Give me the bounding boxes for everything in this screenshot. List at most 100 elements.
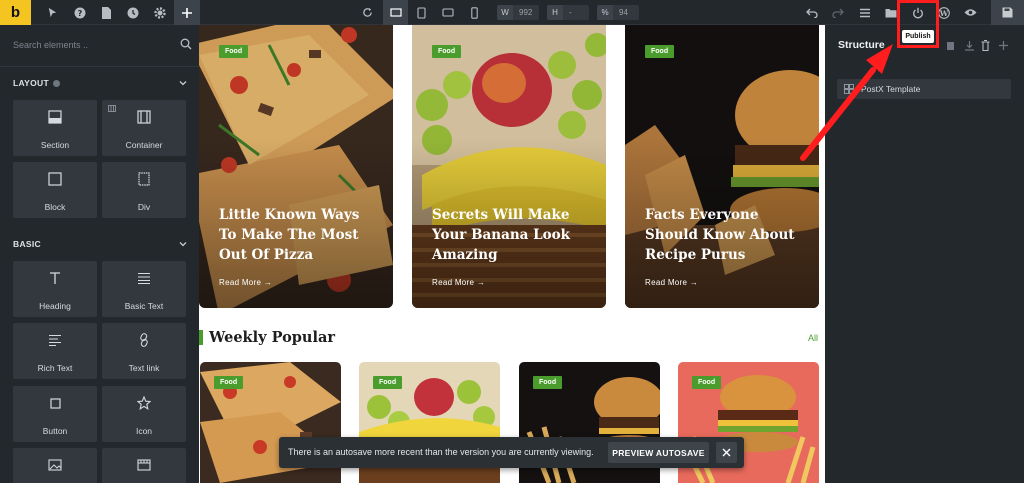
- container-icon: [102, 108, 186, 126]
- element-section[interactable]: Section: [13, 100, 97, 156]
- heading-accent-bar: [199, 330, 203, 345]
- zoom-label: %: [597, 5, 613, 20]
- element-image[interactable]: [13, 448, 97, 483]
- element-label: Heading: [39, 301, 71, 311]
- element-label: Icon: [135, 426, 153, 436]
- category-badge[interactable]: Food: [214, 376, 244, 389]
- category-badge[interactable]: Food: [432, 45, 462, 58]
- annotation-highlight-box: [897, 0, 939, 48]
- structure-tree-item[interactable]: PostX Template: [837, 79, 1011, 99]
- image-overlay: [625, 25, 819, 308]
- read-more-link[interactable]: Read More →: [219, 278, 272, 287]
- width-field[interactable]: W 992: [497, 5, 539, 20]
- preview-eye-icon[interactable]: [958, 0, 983, 25]
- featured-post-card[interactable]: Food Secrets Will Make Your Banana Look …: [412, 25, 606, 308]
- info-icon: [52, 80, 60, 88]
- page-icon[interactable]: [93, 0, 118, 25]
- close-notice-button[interactable]: [716, 442, 737, 463]
- featured-post-card[interactable]: Food Facts Everyone Should Know About Re…: [625, 25, 819, 308]
- zoom-field[interactable]: % 94: [597, 5, 639, 20]
- redo-icon[interactable]: [825, 0, 850, 25]
- chevron-down-icon[interactable]: [178, 239, 188, 249]
- tree-item-label: PostX Template: [861, 84, 921, 94]
- svg-text:?: ?: [77, 9, 82, 18]
- star-icon: [102, 394, 186, 412]
- element-label: Block: [44, 202, 66, 212]
- chevron-down-icon[interactable]: [178, 78, 188, 88]
- expand-icon[interactable]: [998, 40, 1009, 51]
- tablet-landscape-icon[interactable]: [435, 0, 460, 25]
- arrow-right-icon: →: [689, 278, 699, 287]
- template-grid-icon: [844, 84, 854, 94]
- basic-category[interactable]: BASIC: [13, 239, 41, 249]
- copy-icon[interactable]: [946, 40, 956, 51]
- element-basic-text[interactable]: Basic Text: [102, 261, 186, 317]
- element-icon[interactable]: Icon: [102, 386, 186, 442]
- element-heading[interactable]: Heading: [13, 261, 97, 317]
- video-icon: [102, 456, 186, 474]
- element-container[interactable]: Container: [102, 100, 186, 156]
- add-elements-button[interactable]: [174, 0, 200, 25]
- read-more-link[interactable]: Read More →: [432, 278, 485, 287]
- post-title[interactable]: Little Known Ways To Make The Most Out O…: [219, 205, 379, 265]
- app-logo[interactable]: b: [0, 0, 31, 25]
- height-label: H: [547, 5, 563, 20]
- element-button[interactable]: Button: [13, 386, 97, 442]
- download-icon[interactable]: [964, 40, 975, 51]
- height-field[interactable]: H -: [547, 5, 589, 20]
- undo-icon[interactable]: [799, 0, 824, 25]
- basic-text-icon: [102, 269, 186, 287]
- help-icon[interactable]: ?: [67, 0, 92, 25]
- section-title[interactable]: Weekly Popular: [209, 329, 335, 346]
- block-icon: [13, 170, 97, 188]
- element-text-link[interactable]: Text link: [102, 323, 186, 379]
- link-icon: [102, 331, 186, 349]
- rich-text-icon: [13, 331, 97, 349]
- element-block[interactable]: Block: [13, 162, 97, 218]
- image-icon: [13, 456, 97, 474]
- preview-canvas[interactable]: Food Little Known Ways To Make The Most …: [199, 25, 825, 483]
- preview-autosave-button[interactable]: PREVIEW AUTOSAVE: [608, 442, 709, 463]
- element-div[interactable]: Div: [102, 162, 186, 218]
- category-badge[interactable]: Food: [219, 45, 249, 58]
- page-builder-screen: b ? W 992 H - % 94 W Search elements .. …: [0, 0, 1024, 483]
- category-badge[interactable]: Food: [692, 376, 722, 389]
- post-title[interactable]: Facts Everyone Should Know About Recipe …: [645, 205, 805, 265]
- post-title[interactable]: Secrets Will Make Your Banana Look Amazi…: [432, 205, 592, 265]
- element-label: Basic Text: [124, 301, 164, 311]
- trash-icon[interactable]: [981, 40, 990, 51]
- search-icon: [180, 38, 192, 50]
- category-badge[interactable]: Food: [533, 376, 563, 389]
- read-more-label: Read More: [432, 278, 475, 287]
- reload-icon[interactable]: [355, 0, 380, 25]
- element-label: Button: [42, 426, 68, 436]
- category-badge[interactable]: Food: [645, 45, 675, 58]
- arrow-right-icon: →: [476, 278, 486, 287]
- featured-post-card[interactable]: Food Little Known Ways To Make The Most …: [199, 25, 393, 308]
- read-more-link[interactable]: Read More →: [645, 278, 698, 287]
- category-badge[interactable]: Food: [373, 376, 403, 389]
- arrow-right-icon: →: [263, 278, 273, 287]
- structure-toggle-icon[interactable]: [852, 0, 877, 25]
- element-search[interactable]: Search elements ..: [0, 25, 199, 67]
- desktop-breakpoint-icon[interactable]: [383, 0, 408, 25]
- view-all-link[interactable]: All: [808, 333, 818, 343]
- layout-category[interactable]: LAYOUT: [13, 78, 60, 88]
- search-input[interactable]: Search elements ..: [13, 40, 88, 50]
- settings-gear-icon[interactable]: [147, 0, 172, 25]
- mobile-icon[interactable]: [462, 0, 487, 25]
- image-overlay: [199, 25, 393, 308]
- svg-text:W: W: [938, 8, 948, 17]
- history-icon[interactable]: [120, 0, 145, 25]
- save-icon[interactable]: [991, 0, 1024, 25]
- element-label: Text link: [128, 363, 160, 373]
- element-label: Section: [40, 140, 70, 150]
- width-label: W: [497, 5, 513, 20]
- pointer-icon[interactable]: [40, 0, 65, 25]
- tablet-portrait-icon[interactable]: [409, 0, 434, 25]
- element-rich-text[interactable]: Rich Text: [13, 323, 97, 379]
- element-video[interactable]: [102, 448, 186, 483]
- zoom-value: 94: [619, 8, 628, 17]
- button-icon: [13, 394, 97, 412]
- close-icon: [722, 448, 731, 457]
